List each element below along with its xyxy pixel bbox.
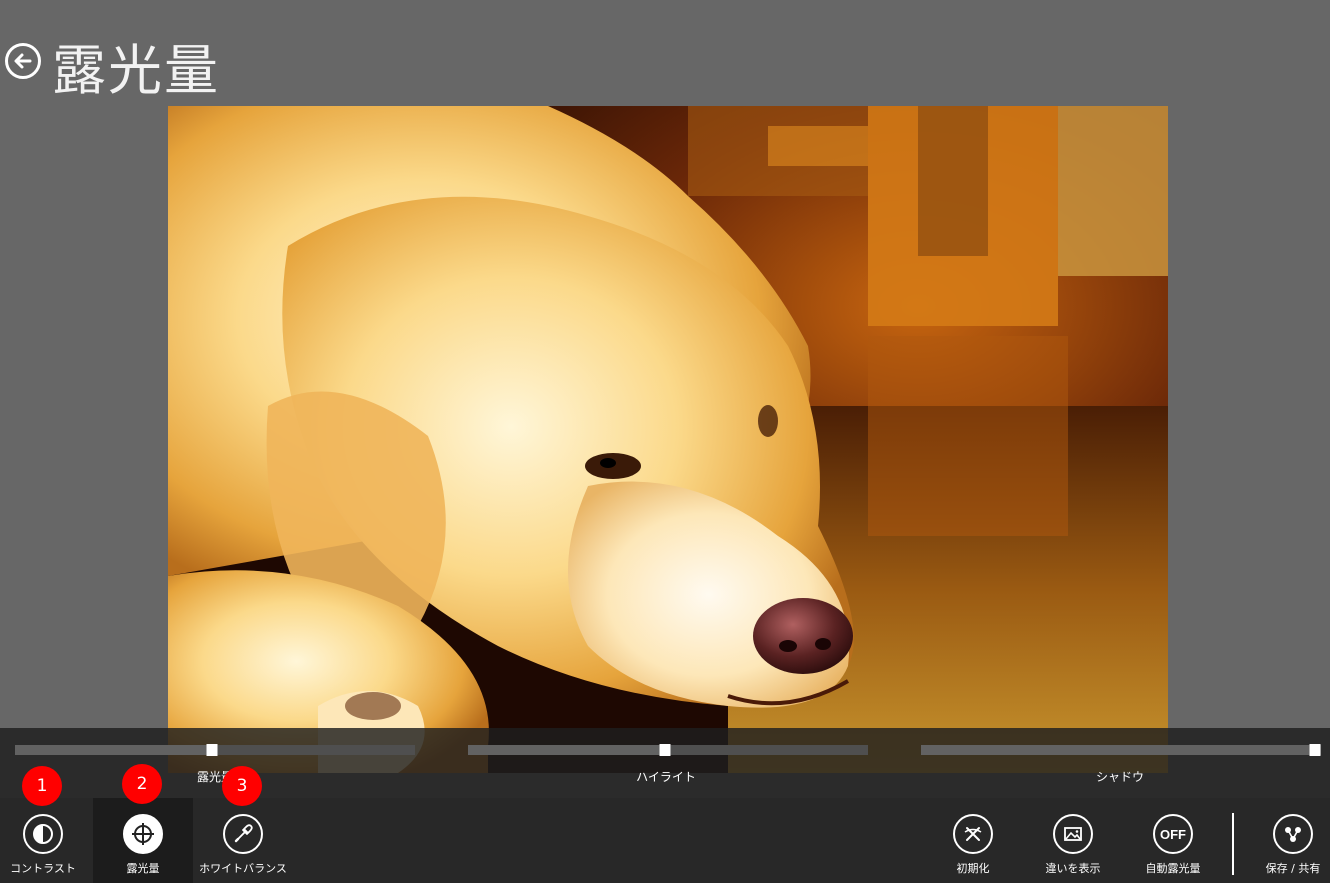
reset-label: 初期化: [956, 862, 990, 875]
annotation-badge-1: 1: [22, 766, 62, 806]
slider-thumb[interactable]: [206, 744, 218, 756]
contrast-icon: [33, 824, 53, 844]
auto-exposure-button[interactable]: OFF 自動露光量: [1123, 798, 1223, 883]
white-balance-button[interactable]: ホワイトバランス: [193, 798, 293, 883]
compare-button-circle: [1053, 814, 1093, 854]
slider-thumb[interactable]: [1309, 744, 1321, 756]
annotation-badge-2: 2: [122, 764, 162, 804]
exposure-crosshair-icon: [132, 823, 154, 845]
shadow-slider[interactable]: [921, 744, 1321, 756]
reset-button[interactable]: 初期化: [923, 798, 1023, 883]
annotation-badge-3: 3: [222, 766, 262, 806]
save-share-label: 保存 / 共有: [1265, 862, 1321, 875]
back-arrow-icon: [14, 53, 32, 69]
back-button[interactable]: [5, 43, 41, 79]
compare-label: 違いを表示: [1045, 862, 1101, 875]
adjustment-slider-bar: 露光量 ハイライト シャドウ: [0, 728, 1330, 798]
compare-button[interactable]: 違いを表示: [1023, 798, 1123, 883]
highlight-slider-label: ハイライト: [636, 770, 696, 784]
contrast-button-circle: [23, 814, 63, 854]
share-icon: [1285, 827, 1301, 842]
page-title: 露光量: [52, 39, 220, 102]
app-bar: コントラスト 露光量 ホワイトバランス 初期化 違いを表示 OFF 自動露光量 …: [0, 798, 1330, 883]
slider-fill: [468, 745, 665, 755]
auto-exposure-label: 自動露光量: [1145, 862, 1201, 875]
exposure-button[interactable]: 露光量: [93, 798, 193, 883]
app-bar-divider: [1232, 813, 1234, 875]
save-share-button[interactable]: 保存 / 共有: [1243, 798, 1330, 883]
slider-fill: [15, 745, 212, 755]
exposure-button-circle: [123, 814, 163, 854]
slider-fill: [921, 745, 1315, 755]
golden-retriever-photo: [168, 106, 1168, 773]
save-share-button-circle: [1273, 814, 1313, 854]
slider-thumb[interactable]: [659, 744, 671, 756]
auto-exposure-off-icon: OFF: [1160, 826, 1186, 842]
exposure-label: 露光量: [126, 862, 160, 875]
reset-button-circle: [953, 814, 993, 854]
shadow-slider-label: シャドウ: [1095, 770, 1145, 784]
white-balance-label: ホワイトバランス: [199, 862, 287, 875]
reset-icon: [964, 827, 982, 841]
white-balance-button-circle: [223, 814, 263, 854]
photo-preview: [168, 106, 1168, 773]
eyedropper-icon: [234, 824, 253, 843]
compare-image-icon: [1064, 827, 1082, 841]
exposure-slider[interactable]: [15, 744, 415, 756]
contrast-button[interactable]: コントラスト: [0, 798, 93, 883]
contrast-label: コントラスト: [10, 862, 76, 875]
auto-exposure-button-circle: OFF: [1153, 814, 1193, 854]
highlight-slider[interactable]: [468, 744, 868, 756]
